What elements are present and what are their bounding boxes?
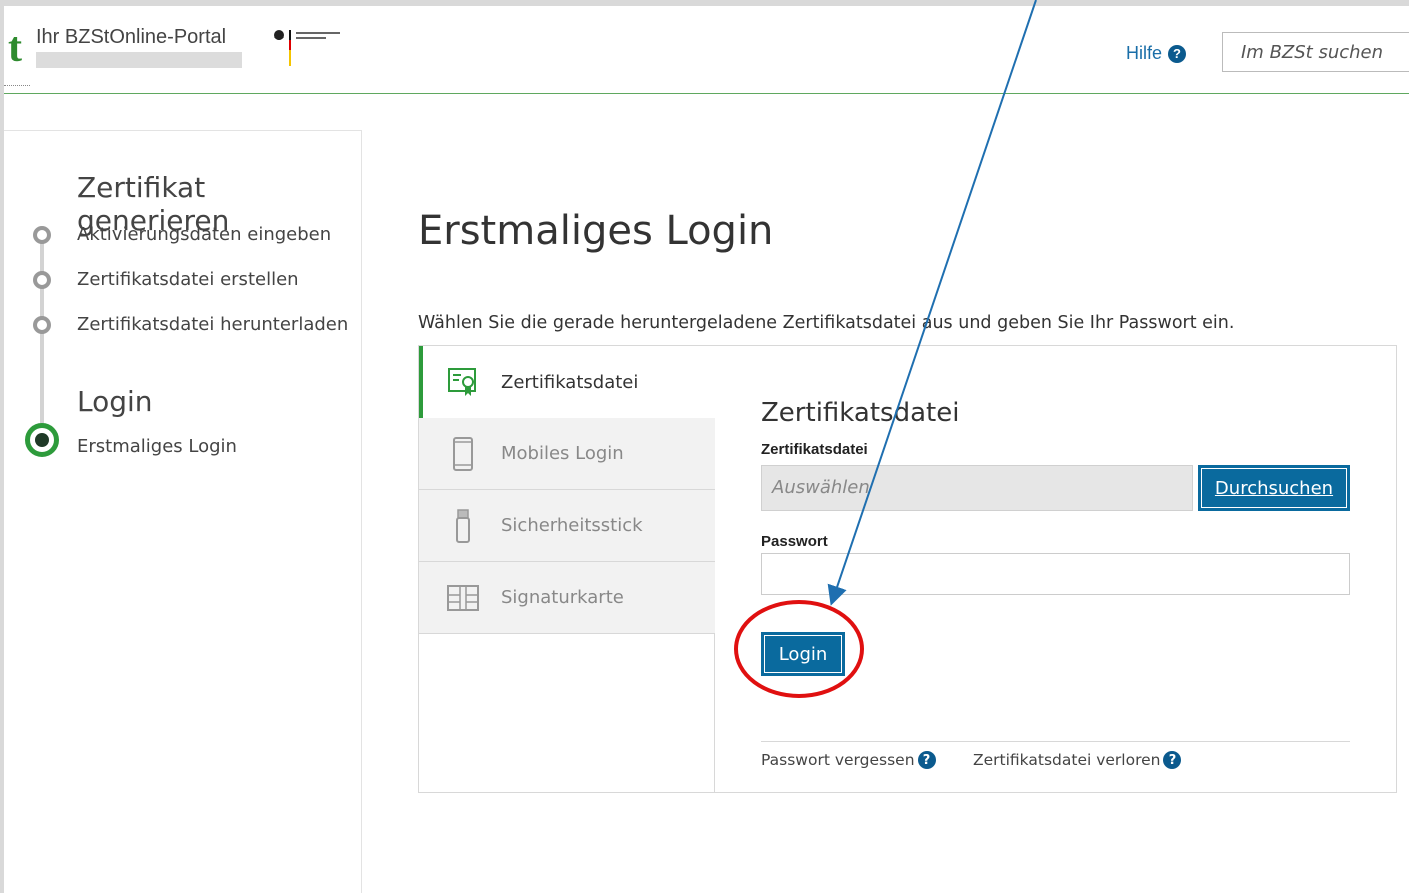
help-link[interactable]: Hilfe ? <box>1126 43 1187 64</box>
bzst-logo[interactable] <box>272 28 354 70</box>
tab-signature-card[interactable]: Signaturkarte <box>419 562 715 634</box>
login-method-tabs: Zertifikatsdatei Mobiles Login Sicherhei… <box>419 346 715 792</box>
mobile-icon <box>445 436 481 472</box>
site-header: t Ihr BZStOnline-Portal Hilfe ? Im BZSt … <box>4 6 1409 94</box>
step-dot-icon <box>33 226 51 244</box>
divider <box>4 85 30 86</box>
step-dot-icon <box>33 271 51 289</box>
intro-text: Wählen Sie die gerade heruntergeladene Z… <box>418 313 1235 333</box>
step-dot-icon <box>33 316 51 334</box>
forgot-password-label: Passwort vergessen <box>761 751 915 769</box>
password-label: Passwort <box>761 533 828 550</box>
file-label: Zertifikatsdatei <box>761 441 868 458</box>
tab-label: Signaturkarte <box>501 587 624 608</box>
step-first-login: Erstmaliges Login <box>77 436 237 457</box>
tab-mobile-login[interactable]: Mobiles Login <box>419 418 715 490</box>
tab-security-stick[interactable]: Sicherheitsstick <box>419 490 715 562</box>
tab-label: Mobiles Login <box>501 443 624 464</box>
login-button[interactable]: Login <box>761 632 845 676</box>
question-icon: ? <box>1168 44 1187 63</box>
portal-logo[interactable]: t <box>8 27 22 69</box>
active-step-icon <box>25 423 59 457</box>
forgot-password-link[interactable]: Passwort vergessen ? <box>761 751 936 769</box>
tab-label: Zertifikatsdatei <box>501 371 639 393</box>
portal-title[interactable]: Ihr BZStOnline-Portal <box>36 26 226 49</box>
password-field[interactable] <box>761 553 1350 595</box>
tab-label: Sicherheitsstick <box>501 515 643 536</box>
step-download-file: Zertifikatsdatei herunterladen <box>77 314 349 335</box>
question-icon[interactable]: ? <box>917 751 936 769</box>
step-activation: Aktivierungsdaten eingeben <box>77 224 332 245</box>
search-input[interactable]: Im BZSt suchen <box>1222 32 1409 72</box>
portal-subtitle-placeholder <box>36 52 242 68</box>
tab-certificate-file[interactable]: Zertifikatsdatei <box>419 346 715 418</box>
help-label: Hilfe <box>1126 43 1163 63</box>
section-title-login: Login <box>77 385 153 418</box>
page-title: Erstmaliges Login <box>418 208 774 254</box>
step-create-file: Zertifikatsdatei erstellen <box>77 269 299 290</box>
browse-button[interactable]: Durchsuchen <box>1198 465 1350 511</box>
question-icon[interactable]: ? <box>1163 751 1182 769</box>
certificate-icon <box>445 364 481 400</box>
usb-stick-icon <box>445 508 481 544</box>
form-title: Zertifikatsdatei <box>761 398 960 428</box>
lost-certificate-label: Zertifikatsdatei verloren <box>973 751 1161 769</box>
progress-line <box>40 231 44 451</box>
divider <box>761 741 1350 742</box>
progress-sidebar: Zertifikat generieren Aktivierungsdaten … <box>4 130 362 893</box>
login-panel: Zertifikatsdatei Mobiles Login Sicherhei… <box>418 345 1397 793</box>
lost-certificate-link[interactable]: Zertifikatsdatei verloren ? <box>973 751 1182 769</box>
signature-card-icon <box>445 580 481 616</box>
certificate-file-input[interactable]: Auswählen <box>761 465 1193 511</box>
